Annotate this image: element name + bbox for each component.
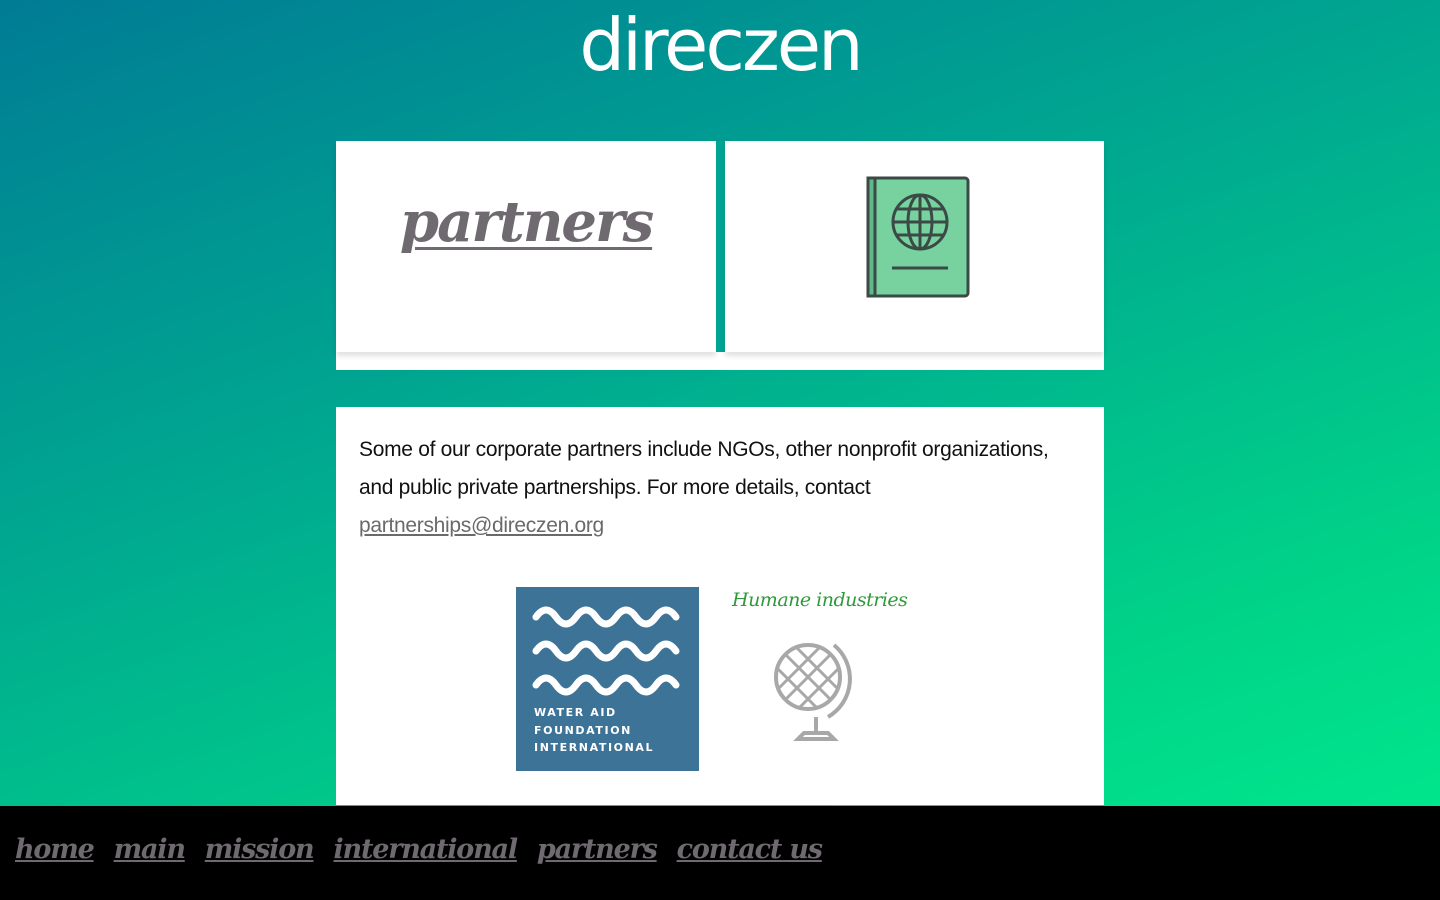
icon-card — [725, 141, 1104, 352]
hero-panel: partners — [336, 141, 1104, 370]
water-aid-text: WATER AID FOUNDATION INTERNATIONAL — [534, 704, 654, 757]
waves-icon — [532, 606, 680, 696]
content-panel: Some of our corporate partners include N… — [336, 407, 1104, 805]
nav-main[interactable]: main — [114, 834, 186, 865]
description-text: Some of our corporate partners include N… — [359, 438, 1049, 499]
water-aid-line: FOUNDATION — [534, 723, 632, 737]
title-card: partners — [336, 141, 716, 352]
water-aid-line: INTERNATIONAL — [534, 741, 655, 754]
footer-bar: home main mission international partners… — [0, 806, 1440, 900]
nav-contact-us[interactable]: contact us — [677, 834, 823, 865]
nav-international[interactable]: international — [333, 834, 518, 865]
humane-industries-title: Humane industries — [732, 589, 908, 611]
page-title-link[interactable]: partners — [336, 189, 716, 255]
nav-home[interactable]: home — [15, 834, 95, 865]
partners-description: Some of our corporate partners include N… — [359, 431, 1079, 545]
water-aid-logo: WATER AID FOUNDATION INTERNATIONAL — [516, 587, 699, 771]
footer-nav: home main mission international partners… — [15, 834, 823, 865]
site-logo[interactable]: direczen — [0, 2, 1440, 88]
humane-industries-logo: Humane industries — [728, 587, 908, 757]
email-link[interactable]: partnerships@direczen.org — [359, 514, 604, 537]
water-aid-line: WATER AID — [534, 706, 617, 719]
nav-partners[interactable]: partners — [537, 834, 658, 865]
nav-mission[interactable]: mission — [205, 834, 315, 865]
globe-icon — [774, 643, 852, 741]
passport-icon — [866, 176, 970, 298]
panel-gap — [716, 141, 725, 352]
